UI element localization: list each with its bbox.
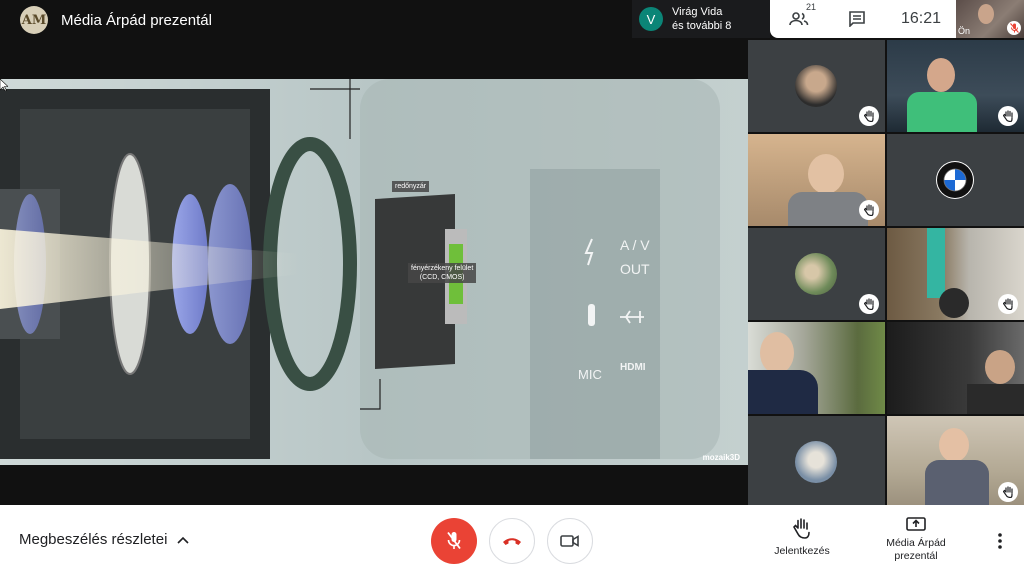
mic-off-icon <box>1007 21 1021 35</box>
raised-hand-icon <box>859 294 879 314</box>
presenter-avatar: AM <box>20 6 48 34</box>
present-label-line1: Média Árpád <box>886 537 946 549</box>
sensor-label-line1: fényérzékeny felület <box>411 265 474 272</box>
people-icon <box>789 12 809 26</box>
participant-tile-3[interactable] <box>748 134 885 226</box>
participant-head <box>939 288 969 318</box>
raised-hand-icon <box>859 200 879 220</box>
hang-up-icon <box>503 538 521 545</box>
participant-video <box>939 428 969 462</box>
participant-tile-4[interactable] <box>887 134 1024 226</box>
mic-off-icon <box>447 531 461 550</box>
speaker-avatar: V <box>639 7 663 31</box>
speaker-others: és további 8 <box>672 20 732 32</box>
participant-video <box>760 332 794 374</box>
mozaik-watermark: mozaik3D <box>702 453 740 462</box>
raised-hand-icon <box>998 482 1018 502</box>
speaker-text: Virág Vida és további 8 <box>672 5 731 33</box>
more-vert-icon <box>998 533 1002 549</box>
self-video <box>978 4 994 24</box>
presenter-title: Média Árpád prezentál <box>61 11 212 29</box>
camera-icon <box>560 535 579 547</box>
participant-shirt <box>907 92 977 132</box>
more-options-button[interactable] <box>990 529 1010 553</box>
participant-video <box>927 58 955 92</box>
hang-up-button[interactable] <box>489 518 535 564</box>
participant-video <box>985 350 1015 384</box>
participant-shirt <box>748 370 818 414</box>
meeting-details-button[interactable]: Megbeszélés részletei <box>19 531 189 548</box>
clock: 16:21 <box>900 10 942 27</box>
raise-hand-button[interactable]: Jelentkezés <box>766 517 838 558</box>
raised-hand-icon <box>859 106 879 126</box>
self-view-tile[interactable]: Ön <box>956 0 1024 38</box>
present-now-button[interactable]: Média Árpád prezentál <box>872 517 960 563</box>
participant-tile-6[interactable] <box>887 228 1024 320</box>
raised-hand-icon <box>998 106 1018 126</box>
participant-video <box>808 154 844 194</box>
participant-tile-10[interactable] <box>887 416 1024 508</box>
raise-hand-icon <box>793 518 810 539</box>
participant-shirt <box>788 192 868 226</box>
sensor-label-line2: (CCD, CMOS) <box>419 274 465 281</box>
participant-avatar <box>795 253 837 295</box>
sensor-label: fényérzékeny felület (CCD, CMOS) <box>408 263 477 283</box>
people-count: 21 <box>806 2 817 12</box>
speaker-name: Virág Vida <box>672 6 723 18</box>
camera-toggle-button[interactable] <box>547 518 593 564</box>
participant-tile-9[interactable] <box>748 416 885 508</box>
participant-shirt <box>967 384 1024 414</box>
participant-video <box>927 228 945 298</box>
present-screen-icon <box>906 517 926 531</box>
cursor-icon <box>0 79 8 91</box>
participant-shirt <box>925 460 989 508</box>
top-controls: 21 16:21 <box>770 0 956 38</box>
raise-hand-label: Jelentkezés <box>774 545 830 557</box>
presentation-screen: redőnyzár fényérzékeny felület (CCD, CMO… <box>0 79 748 465</box>
av-label: A / V <box>620 237 650 253</box>
meeting-stage: AM Média Árpád prezentál V Virág Vida és… <box>0 0 1024 508</box>
participant-tile-5[interactable] <box>748 228 885 320</box>
mic-label: MIC <box>578 367 602 382</box>
mic-toggle-button[interactable] <box>431 518 477 564</box>
active-speaker-pill[interactable]: V Virág Vida és további 8 <box>632 0 770 38</box>
meeting-details-label: Megbeszélés részletei <box>19 531 168 548</box>
shutter-label: redőnyzár <box>392 181 430 192</box>
chat-icon <box>849 11 865 27</box>
chat-button[interactable] <box>828 11 886 27</box>
bottom-bar: Megbeszélés részletei Jelentkezés Média … <box>0 505 1024 576</box>
self-label: Ön <box>958 26 971 36</box>
participant-tile-2[interactable] <box>887 40 1024 132</box>
bmw-logo <box>936 161 974 199</box>
raised-hand-icon <box>998 294 1018 314</box>
participant-tile-7[interactable] <box>748 322 885 414</box>
participant-avatar <box>795 441 837 483</box>
participant-avatar <box>795 65 837 107</box>
people-button[interactable]: 21 <box>770 2 828 27</box>
out-label: OUT <box>620 261 650 277</box>
participant-tile-1[interactable] <box>748 40 885 132</box>
chevron-up-icon <box>177 536 189 544</box>
participant-grid <box>748 40 1024 508</box>
participant-tile-8[interactable] <box>887 322 1024 414</box>
present-label-line2: prezentál <box>894 550 938 562</box>
hdmi-label: HDMI <box>620 362 646 373</box>
